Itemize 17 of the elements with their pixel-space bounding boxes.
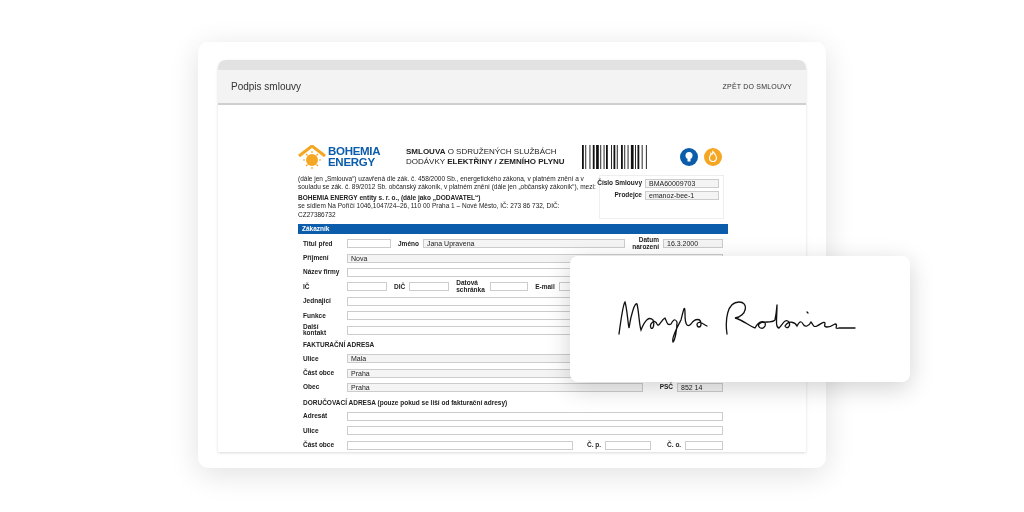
input-field[interactable] — [490, 282, 529, 292]
contract-title: SMLOUVA O SDRUŽENÝCH SLUŽBÁCH — [406, 147, 558, 157]
barcode-icon — [581, 145, 648, 169]
house-sun-icon — [298, 145, 326, 169]
input-field[interactable] — [347, 426, 723, 436]
window-title: Podpis smlouvy — [231, 81, 302, 92]
logo-text: BOHEMIA ENERGY — [328, 146, 381, 168]
contract-title: DODÁVKY ELEKTŘINY / ZEMNÍHO PLYNU — [406, 157, 565, 167]
input-field[interactable] — [347, 282, 387, 292]
input-field[interactable] — [347, 440, 573, 450]
input-field[interactable] — [685, 440, 723, 450]
input-field[interactable] — [347, 412, 723, 421]
input-field[interactable] — [347, 239, 391, 249]
flame-icon — [704, 148, 722, 166]
lightbulb-icon — [680, 148, 698, 166]
input-field[interactable] — [605, 440, 652, 450]
input-field[interactable] — [409, 282, 450, 292]
